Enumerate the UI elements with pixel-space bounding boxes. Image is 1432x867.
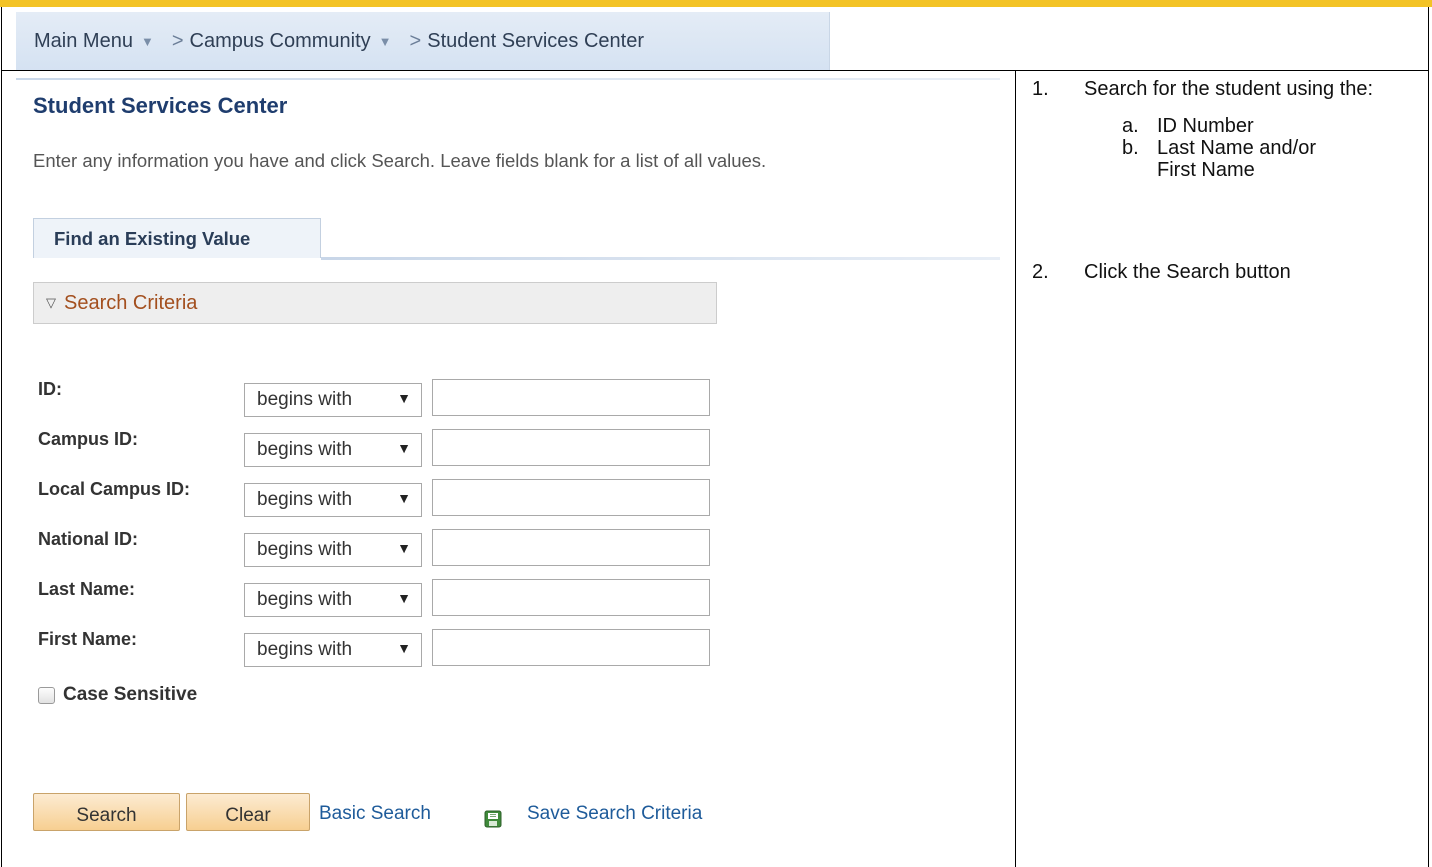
field-row-id: ID: begins with ▼ bbox=[38, 379, 718, 419]
operator-select-campus-id[interactable]: begins with ▼ bbox=[244, 433, 422, 467]
first-name-input[interactable] bbox=[432, 629, 710, 666]
save-disk-icon[interactable] bbox=[484, 810, 502, 828]
frame-border-horizontal bbox=[1, 70, 1429, 71]
dropdown-arrow-icon: ▼ bbox=[397, 490, 411, 506]
local-campus-id-input[interactable] bbox=[432, 479, 710, 516]
instruction-steps: 1. Search for the student using the: a. … bbox=[1032, 78, 1417, 283]
operator-select-id[interactable]: begins with ▼ bbox=[244, 383, 422, 417]
substep-letter: b. bbox=[1122, 137, 1139, 159]
field-label-campus-id: Campus ID: bbox=[38, 429, 139, 449]
dropdown-arrow-icon: ▼ bbox=[397, 540, 411, 556]
breadcrumb-campus-community-label[interactable]: Campus Community bbox=[190, 30, 371, 53]
clear-button[interactable]: Clear bbox=[186, 793, 310, 831]
chevron-down-icon[interactable]: ▼ bbox=[379, 34, 392, 49]
tab-label: Find an Existing Value bbox=[54, 227, 251, 249]
field-row-last-name: Last Name: begins with ▼ bbox=[38, 579, 718, 619]
frame-column-divider bbox=[1015, 71, 1016, 867]
dropdown-arrow-icon: ▼ bbox=[397, 640, 411, 656]
tab-divider bbox=[321, 257, 1000, 260]
campus-id-input[interactable] bbox=[432, 429, 710, 466]
last-name-input[interactable] bbox=[432, 579, 710, 616]
operator-value: begins with bbox=[257, 489, 353, 510]
step-2: 2. Click the Search button bbox=[1032, 261, 1291, 283]
case-sensitive-label[interactable]: Case Sensitive bbox=[63, 684, 197, 706]
breadcrumb-separator-icon: > bbox=[171, 29, 184, 52]
search-criteria-toggle[interactable]: ▽ Search Criteria bbox=[33, 282, 717, 324]
field-row-local-campus-id: Local Campus ID: begins with ▼ bbox=[38, 479, 718, 519]
page-instructions: Enter any information you have and click… bbox=[33, 150, 767, 171]
search-button[interactable]: Search bbox=[33, 793, 180, 831]
dropdown-arrow-icon: ▼ bbox=[397, 590, 411, 606]
operator-value: begins with bbox=[257, 589, 353, 610]
dropdown-arrow-icon: ▼ bbox=[397, 440, 411, 456]
dropdown-arrow-icon: ▼ bbox=[397, 390, 411, 406]
step-text: Search for the student using the: bbox=[1084, 78, 1374, 100]
frame-border-right bbox=[1428, 7, 1429, 867]
tab-find-existing-value[interactable]: Find an Existing Value bbox=[33, 218, 321, 258]
case-sensitive-option[interactable]: Case Sensitive bbox=[38, 684, 197, 706]
field-row-national-id: National ID: begins with ▼ bbox=[38, 529, 718, 569]
substep-text: Last Name and/or First Name bbox=[1157, 137, 1316, 181]
national-id-input[interactable] bbox=[432, 529, 710, 566]
field-label-local-campus-id: Local Campus ID: bbox=[38, 479, 191, 499]
step-1-substeps: a. ID Number b. Last Name and/or First N… bbox=[1032, 115, 1417, 181]
step-text: Click the Search button bbox=[1084, 261, 1291, 283]
substep-a: a. ID Number bbox=[1122, 115, 1417, 137]
step-1: 1. Search for the student using the: bbox=[1032, 78, 1417, 100]
step-number: 2. bbox=[1032, 261, 1049, 283]
breadcrumb-main-menu[interactable]: Main Menu ▼ bbox=[34, 30, 164, 53]
operator-value: begins with bbox=[257, 639, 353, 660]
operator-select-local-campus-id[interactable]: begins with ▼ bbox=[244, 483, 422, 517]
breadcrumb-main-menu-label[interactable]: Main Menu bbox=[34, 30, 133, 53]
save-search-criteria-link[interactable]: Save Search Criteria bbox=[527, 803, 702, 825]
operator-select-first-name[interactable]: begins with ▼ bbox=[244, 633, 422, 667]
id-input[interactable] bbox=[432, 379, 710, 416]
header-divider bbox=[16, 78, 1000, 80]
breadcrumb-separator-icon: > bbox=[409, 29, 422, 52]
breadcrumb-student-services-center-label[interactable]: Student Services Center bbox=[427, 30, 644, 53]
operator-value: begins with bbox=[257, 439, 353, 460]
page-title: Student Services Center bbox=[33, 93, 288, 118]
frame-border-left bbox=[1, 7, 2, 867]
breadcrumb-student-services-center[interactable]: Student Services Center bbox=[427, 30, 644, 53]
field-label-id: ID: bbox=[38, 379, 62, 399]
triangle-down-icon: ▽ bbox=[46, 295, 56, 310]
substep-letter: a. bbox=[1122, 115, 1139, 137]
field-label-last-name: Last Name: bbox=[38, 579, 136, 599]
substep-text: ID Number bbox=[1157, 115, 1254, 137]
substep-b: b. Last Name and/or First Name bbox=[1122, 137, 1417, 181]
operator-value: begins with bbox=[257, 389, 353, 410]
operator-value: begins with bbox=[257, 539, 353, 560]
chevron-down-icon[interactable]: ▼ bbox=[141, 34, 154, 49]
case-sensitive-checkbox[interactable] bbox=[38, 686, 55, 704]
field-label-national-id: National ID: bbox=[38, 529, 139, 549]
basic-search-link[interactable]: Basic Search bbox=[319, 803, 431, 825]
field-row-campus-id: Campus ID: begins with ▼ bbox=[38, 429, 718, 469]
breadcrumb-campus-community[interactable]: Campus Community ▼ bbox=[190, 30, 402, 53]
operator-select-national-id[interactable]: begins with ▼ bbox=[244, 533, 422, 567]
step-number: 1. bbox=[1032, 78, 1049, 100]
field-row-first-name: First Name: begins with ▼ bbox=[38, 629, 718, 669]
field-label-first-name: First Name: bbox=[38, 629, 138, 649]
breadcrumb: Main Menu ▼ > Campus Community ▼ > Stude… bbox=[16, 12, 830, 70]
operator-select-last-name[interactable]: begins with ▼ bbox=[244, 583, 422, 617]
top-accent-bar bbox=[0, 0, 1432, 7]
search-criteria-label: Search Criteria bbox=[64, 291, 198, 314]
